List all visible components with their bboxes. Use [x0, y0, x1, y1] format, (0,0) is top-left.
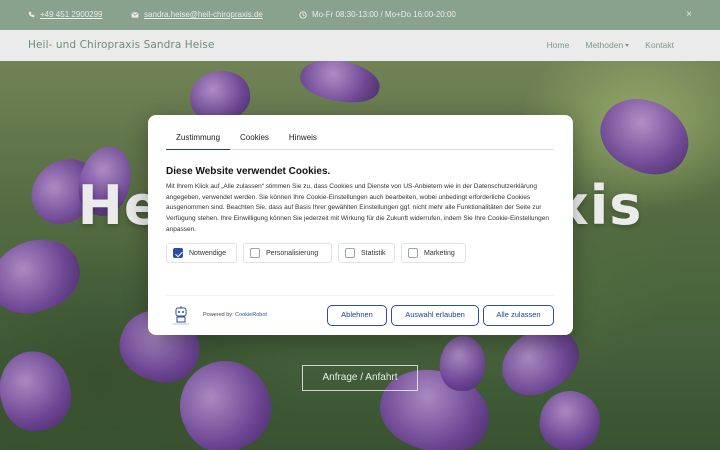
checkbox-label: Notwendige [189, 249, 226, 257]
cookie-dialog-text: Mit Ihrem Klick auf „Alle zulassen“ stim… [166, 183, 549, 233]
powered-by: Powered by: CookieRobot [203, 312, 267, 318]
checkbox-unchecked-icon [250, 248, 260, 258]
checkbox-unchecked-icon [345, 248, 355, 258]
checkbox-checked-icon [173, 248, 183, 258]
cookierobot-link[interactable]: CookieRobot [235, 312, 267, 318]
cookie-dialog-title: Diese Website verwendet Cookies. [166, 166, 331, 177]
checkbox-marketing[interactable]: Marketing [401, 243, 466, 263]
powered-by-prefix: Powered by: [203, 312, 234, 318]
tab-cookies[interactable]: Cookies [230, 128, 279, 150]
divider [166, 295, 554, 296]
checkbox-notwendige[interactable]: Notwendige [166, 243, 237, 263]
checkbox-personalisierung[interactable]: Personalisierung [243, 243, 332, 263]
cookierobot-logo-icon [173, 306, 189, 325]
tab-hinweis[interactable]: Hinweis [279, 128, 327, 150]
cookie-category-options: Notwendige Personalisierung Statistik Ma… [166, 243, 466, 263]
cookie-consent-dialog: Zustimmung Cookies Hinweis Diese Website… [148, 115, 573, 335]
allow-all-button[interactable]: Alle zulassen [483, 305, 554, 326]
checkbox-label: Personalisierung [266, 249, 319, 257]
decline-button[interactable]: Ablehnen [327, 305, 387, 326]
checkbox-statistik[interactable]: Statistik [338, 243, 395, 263]
checkbox-unchecked-icon [408, 248, 418, 258]
checkbox-label: Marketing [424, 249, 455, 257]
cookie-tabs: Zustimmung Cookies Hinweis [166, 128, 554, 150]
checkbox-label: Statistik [361, 249, 386, 257]
allow-selection-button[interactable]: Auswahl erlauben [391, 305, 479, 326]
tab-zustimmung[interactable]: Zustimmung [166, 128, 231, 150]
